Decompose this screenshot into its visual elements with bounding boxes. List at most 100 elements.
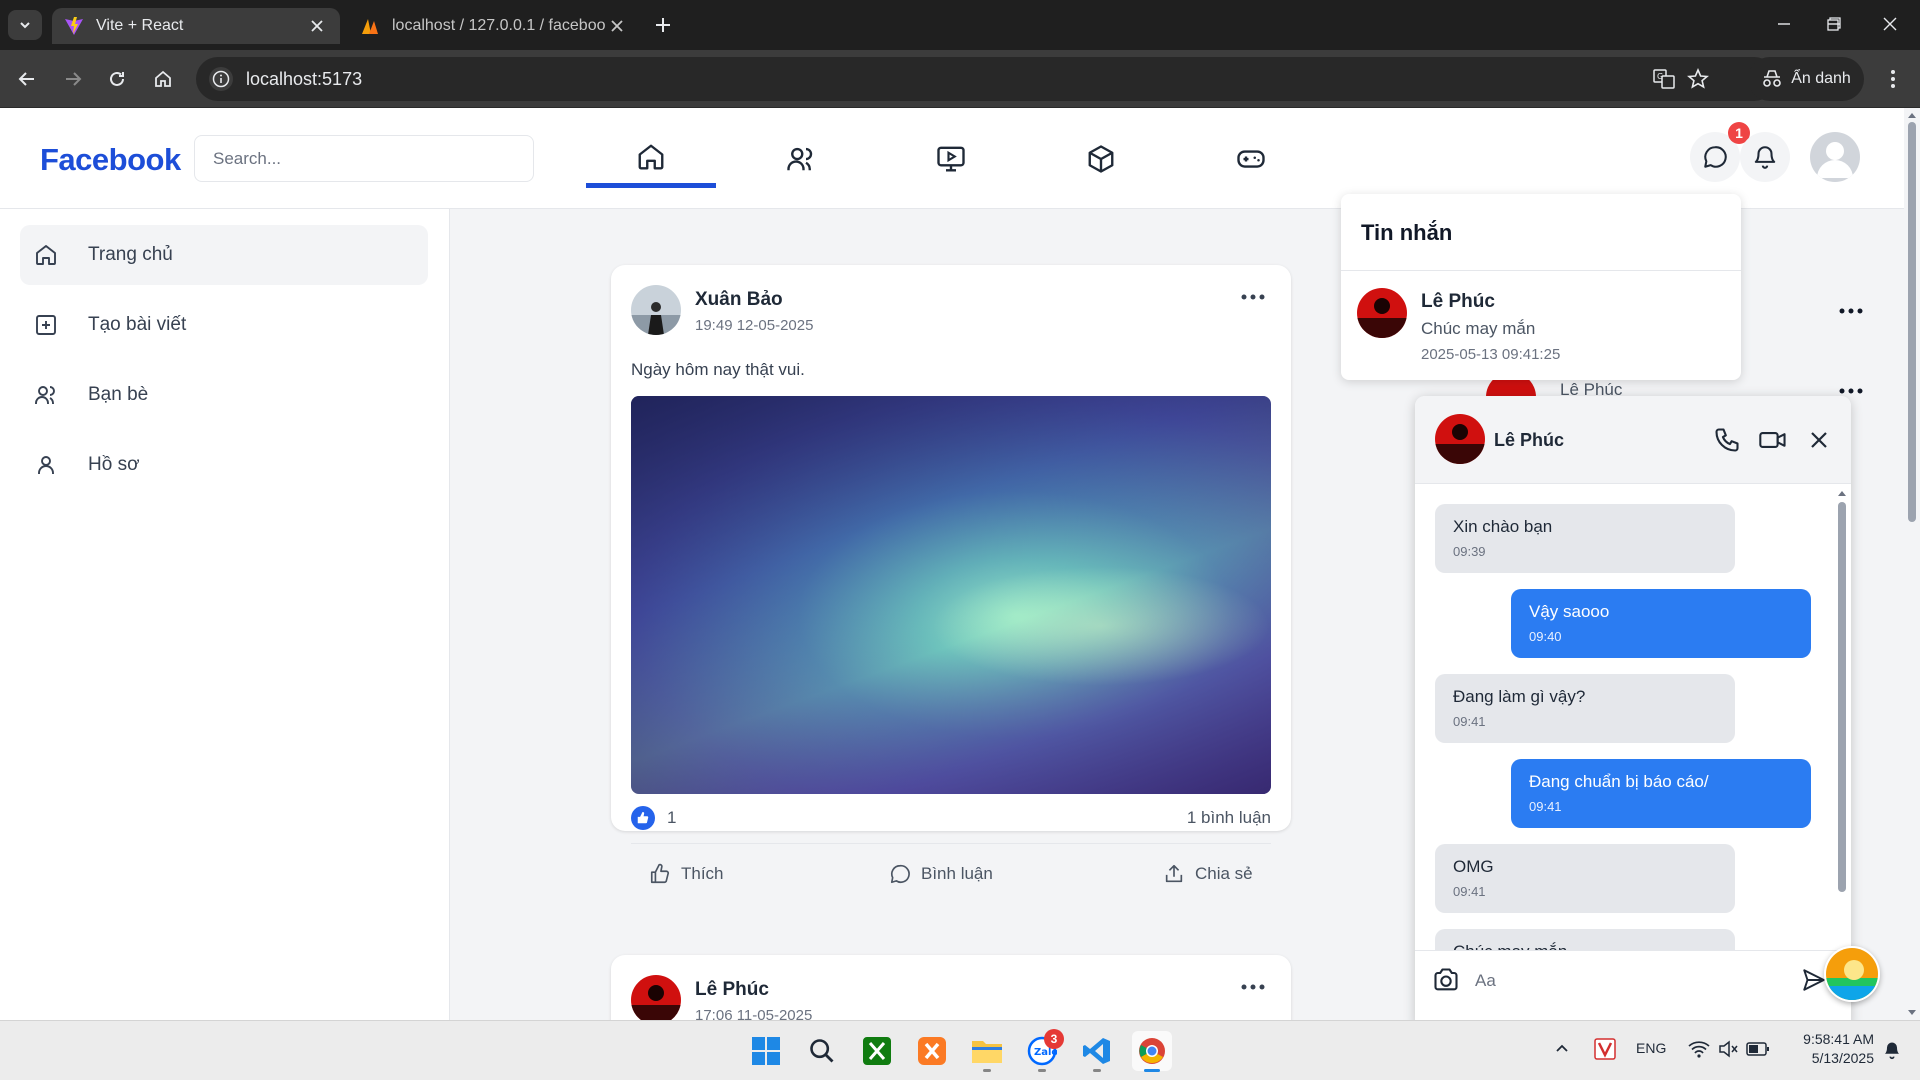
search-input[interactable]	[194, 135, 534, 182]
scroll-thumb[interactable]	[1908, 122, 1916, 522]
chat-composer	[1415, 950, 1851, 1020]
close-icon	[1883, 17, 1897, 31]
comment-button[interactable]: Bình luận	[889, 863, 993, 885]
user-icon	[38, 456, 54, 474]
new-tab-button[interactable]	[650, 12, 676, 38]
users-icon	[35, 386, 55, 404]
volume-muted-icon[interactable]	[1718, 1040, 1740, 1058]
post-author[interactable]: Lê Phúc	[695, 979, 769, 1001]
tray-app-button[interactable]	[1594, 1038, 1618, 1062]
message-input[interactable]	[1475, 965, 1775, 997]
search-taskbar-button[interactable]	[802, 1031, 842, 1071]
profile-avatar[interactable]	[1810, 132, 1860, 182]
browser-tab-phpmyadmin[interactable]: localhost / 127.0.0.1 / facebook	[348, 8, 640, 44]
sidebar-item-profile[interactable]: Hồ sơ	[20, 435, 428, 495]
restore-window-button[interactable]	[1812, 8, 1856, 40]
nav-watch-tab[interactable]	[886, 130, 1016, 188]
sidebar-item-create-post[interactable]: Tạo bài viết	[20, 295, 428, 355]
notifications-button[interactable]	[1740, 132, 1790, 182]
close-chat-button[interactable]	[1803, 424, 1835, 456]
browser-tab-vite[interactable]: Vite + React	[52, 8, 340, 44]
left-sidebar: Trang chủ Tạo bài viết Bạn bè Hồ sơ	[0, 209, 450, 1020]
chat-scrollbar[interactable]	[1835, 488, 1849, 948]
language-indicator[interactable]: ENG	[1636, 1040, 1666, 1056]
scroll-down-arrow-icon	[1908, 1010, 1916, 1015]
system-clock[interactable]: 9:58:41 AM 5/13/2025	[1776, 1030, 1874, 1068]
scroll-up-arrow-icon	[1908, 113, 1916, 118]
more-dots-icon	[1241, 294, 1265, 300]
tab-search-button[interactable]	[8, 10, 42, 40]
nav-friends-tab[interactable]	[736, 130, 866, 188]
windows-taskbar: Zalo	[0, 1020, 1920, 1080]
scroll-thumb[interactable]	[1838, 502, 1846, 892]
comment-count[interactable]: 1 bình luận	[1187, 808, 1271, 828]
start-button[interactable]	[746, 1031, 786, 1071]
chevron-down-icon	[20, 22, 30, 29]
message-text: Vậy saooo	[1529, 602, 1610, 621]
home-button[interactable]	[146, 62, 180, 96]
browser-menu-button[interactable]	[1878, 62, 1908, 96]
site-logo[interactable]: Facebook	[40, 142, 181, 178]
sidebar-item-friends[interactable]: Bạn bè	[20, 365, 428, 425]
profile-label: Ẩn danh	[1791, 70, 1851, 87]
attach-photo-button[interactable]	[1429, 963, 1463, 997]
sidebar-item-home[interactable]: Trang chủ	[20, 225, 428, 285]
site-info-icon[interactable]	[208, 66, 234, 92]
voice-call-button[interactable]	[1711, 424, 1743, 456]
close-window-button[interactable]	[1868, 8, 1912, 40]
message-bubble-incoming: OMG 09:41	[1435, 844, 1735, 913]
nav-marketplace-tab[interactable]	[1036, 130, 1166, 188]
nav-gaming-tab[interactable]	[1186, 130, 1316, 188]
phone-icon	[1715, 428, 1739, 452]
incognito-profile-button[interactable]: Ẩn danh	[1748, 57, 1864, 101]
tab-title: localhost / 127.0.0.1 / facebook	[392, 17, 606, 34]
back-button[interactable]	[10, 62, 44, 96]
sidebar-item-label: Bạn bè	[88, 384, 149, 405]
panel-options-button[interactable]	[1836, 304, 1866, 318]
arrow-right-icon	[66, 72, 82, 86]
minimize-icon	[1778, 23, 1790, 25]
chrome-app-button[interactable]	[1132, 1031, 1172, 1071]
address-bar[interactable]: localhost:5173 G	[196, 57, 1776, 101]
post-options-button[interactable]	[1237, 287, 1269, 307]
nav-home-tab[interactable]	[586, 130, 716, 188]
author-avatar[interactable]	[631, 975, 681, 1020]
vscode-app-button[interactable]	[1077, 1031, 1117, 1071]
bookmark-star-icon[interactable]	[1686, 67, 1710, 91]
share-button[interactable]: Chia sẻ	[1163, 863, 1253, 885]
battery-icon[interactable]	[1746, 1041, 1770, 1057]
notification-center-button[interactable]	[1882, 1040, 1902, 1060]
post-options-button[interactable]	[1237, 977, 1269, 997]
message-bubble-incoming: Chúc may mắn	[1435, 929, 1735, 950]
xbox-app-button[interactable]	[857, 1031, 897, 1071]
reload-button[interactable]	[100, 62, 134, 96]
post-card: Lê Phúc 17:06 11-05-2025	[611, 955, 1291, 1020]
xbox-icon	[863, 1037, 891, 1065]
chat-contact-name[interactable]: Lê Phúc	[1494, 430, 1564, 451]
like-button[interactable]: Thích	[649, 863, 724, 885]
xampp-app-button[interactable]	[912, 1031, 952, 1071]
minimize-window-button-2[interactable]	[1762, 8, 1806, 40]
translate-icon[interactable]: G	[1652, 67, 1676, 91]
like-reaction-icon	[631, 806, 655, 830]
page-scrollbar[interactable]	[1904, 108, 1920, 1020]
show-hidden-icons-button[interactable]	[1554, 1040, 1576, 1060]
active-indicator	[1144, 1069, 1160, 1072]
author-avatar[interactable]	[631, 285, 681, 335]
video-call-button[interactable]	[1757, 424, 1789, 456]
conversation-item[interactable]: Lê Phúc Chúc may mắn 2025-05-13 09:41:25	[1341, 271, 1741, 380]
close-tab-icon[interactable]	[306, 15, 328, 37]
wifi-icon[interactable]	[1688, 1040, 1710, 1058]
home-icon	[155, 70, 171, 87]
reaction-summary[interactable]: 1	[631, 806, 676, 830]
chat-contact-avatar[interactable]	[1435, 414, 1485, 464]
chrome-icon	[1139, 1038, 1165, 1064]
forward-button[interactable]	[56, 62, 90, 96]
message-text: Xin chào bạn	[1453, 517, 1553, 536]
floating-chat-head[interactable]	[1824, 946, 1880, 1002]
post-author[interactable]: Xuân Bảo	[695, 289, 783, 311]
post-image[interactable]	[631, 396, 1271, 794]
close-tab-icon[interactable]	[606, 15, 628, 37]
folder-icon	[972, 1041, 1002, 1063]
file-explorer-button[interactable]	[967, 1031, 1007, 1071]
